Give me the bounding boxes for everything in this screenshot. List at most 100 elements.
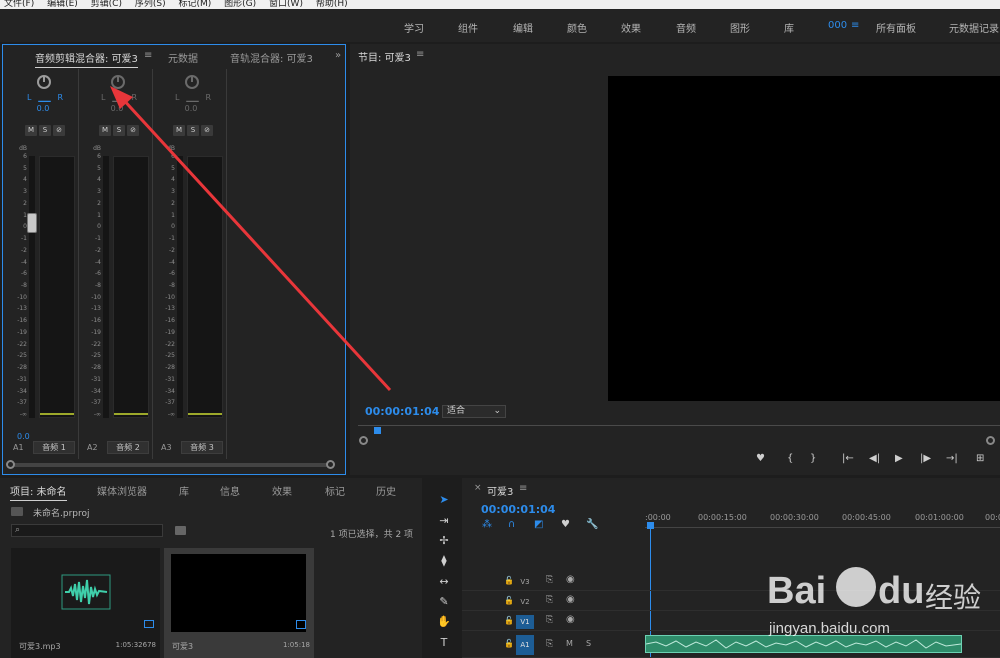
program-zoom-handle-right[interactable] (986, 436, 995, 445)
type-tool-icon[interactable]: T (436, 635, 452, 651)
eye-icon[interactable]: ◉ (566, 594, 575, 605)
sync-icon[interactable]: ⎘ (546, 615, 553, 625)
track-name[interactable]: 音频 2 (107, 441, 149, 454)
tab-program[interactable]: 节目: 可爱3 (358, 49, 411, 64)
eye-icon[interactable]: ◉ (566, 614, 575, 625)
menu-help[interactable]: 帮助(H) (316, 0, 348, 9)
pan-knob-icon[interactable] (111, 75, 125, 89)
pan-value[interactable]: 0.0 (81, 104, 153, 113)
add-marker-icon[interactable]: ◩ (534, 519, 543, 530)
tab-markers[interactable]: 标记 (325, 483, 345, 498)
menu-clip[interactable]: 剪辑(C) (91, 0, 122, 9)
program-time-ruler[interactable] (358, 425, 1000, 433)
slip-tool-icon[interactable]: ↔ (436, 574, 452, 590)
fit-dropdown[interactable]: 适合 ⌄ (442, 405, 506, 418)
panel-menu-icon[interactable]: ≡ (416, 49, 424, 60)
volume-fader[interactable] (27, 213, 37, 233)
track-label[interactable]: V3 (516, 575, 534, 589)
workspace-libraries[interactable]: 库 (784, 20, 794, 35)
selection-tool-icon[interactable]: ➤ (436, 492, 452, 508)
tab-media-browser[interactable]: 媒体浏览器 (97, 483, 147, 498)
workspace-menu-icon[interactable]: ≡ (851, 20, 859, 31)
panel-menu-icon[interactable]: ≡ (519, 483, 527, 494)
ripple-edit-tool-icon[interactable]: ✢ (436, 533, 452, 549)
program-video-screen[interactable] (608, 76, 1000, 401)
tab-effects[interactable]: 效果 (272, 483, 292, 498)
menu-sequence[interactable]: 序列(S) (135, 0, 166, 9)
solo-button[interactable]: S (586, 639, 591, 648)
tab-metadata[interactable]: 元数据 (168, 50, 198, 65)
marker-icon[interactable]: ♥ (561, 519, 570, 530)
keyframe-button[interactable]: ⊘ (201, 125, 213, 136)
solo-button[interactable]: S (113, 125, 125, 136)
workspace-color[interactable]: 颜色 (567, 20, 587, 35)
lock-icon[interactable]: 🔓 (504, 616, 514, 625)
tab-audio-clip-mixer[interactable]: 音频剪辑混合器: 可爱3 (35, 50, 138, 68)
workspace-learn[interactable]: 学习 (404, 20, 424, 35)
new-bin-icon[interactable] (175, 526, 186, 535)
workspace-all-panels[interactable]: 所有面板 (876, 20, 916, 35)
lock-icon[interactable]: 🔓 (504, 639, 514, 648)
track-label[interactable]: V2 (516, 595, 534, 609)
tab-project[interactable]: 项目: 未命名 (10, 483, 67, 501)
workspace-editing[interactable]: 编辑 (513, 20, 533, 35)
pan-knob-icon[interactable] (185, 75, 199, 89)
pan-knob-icon[interactable] (37, 75, 51, 89)
mute-button[interactable]: M (99, 125, 111, 136)
snap-icon[interactable]: ⁂ (482, 519, 492, 530)
timeline-ruler[interactable]: :00:00 00:00:15:00 00:00:30:00 00:00:45:… (645, 506, 1000, 528)
sync-icon[interactable]: ⎘ (546, 639, 553, 649)
track-label[interactable]: V1 (516, 615, 534, 629)
tab-sequence[interactable]: 可爱3 (487, 483, 513, 498)
workspace-audio[interactable]: 音频 (676, 20, 696, 35)
workspace-graphics[interactable]: 图形 (730, 20, 750, 35)
razor-tool-icon[interactable]: ⧫ (436, 553, 452, 569)
search-input[interactable]: ⌕ (11, 524, 163, 537)
menu-marker[interactable]: 标记(M) (178, 0, 211, 9)
mark-in-icon[interactable]: { (787, 453, 793, 464)
wrench-icon[interactable]: 🔧 (586, 519, 598, 530)
scroll-left-handle[interactable] (6, 460, 15, 469)
pan-value[interactable]: 0.0 (7, 104, 79, 113)
workspace-effects[interactable]: 效果 (621, 20, 641, 35)
menu-edit[interactable]: 编辑(E) (47, 0, 78, 9)
add-marker-icon[interactable]: ♥ (756, 453, 765, 464)
go-to-in-icon[interactable]: |← (842, 453, 854, 464)
keyframe-button[interactable]: ⊘ (53, 125, 65, 136)
go-to-out-icon[interactable]: →| (946, 453, 958, 464)
workspace-assembly[interactable]: 组件 (458, 20, 478, 35)
pen-tool-icon[interactable]: ✎ (436, 594, 452, 610)
lock-icon[interactable]: 🔓 (504, 576, 514, 585)
track-select-tool-icon[interactable]: ⇥ (436, 513, 452, 529)
scroll-right-handle[interactable] (326, 460, 335, 469)
program-timecode[interactable]: 00:00:01:04 (365, 405, 439, 418)
track-label[interactable]: A1 (516, 635, 534, 655)
double-chevron-right-icon[interactable]: » (335, 50, 341, 61)
lock-icon[interactable]: 🔓 (504, 596, 514, 605)
close-tab-icon[interactable]: × (474, 483, 482, 493)
panel-menu-icon[interactable]: ≡ (144, 50, 152, 61)
keyframe-button[interactable]: ⊘ (127, 125, 139, 136)
mute-button[interactable]: M (566, 639, 573, 648)
menu-window[interactable]: 窗口(W) (269, 0, 303, 9)
hand-tool-icon[interactable]: ✋ (436, 614, 452, 630)
play-icon[interactable]: ▶ (895, 453, 903, 464)
program-playhead[interactable] (374, 427, 381, 434)
sync-icon[interactable]: ⎘ (546, 595, 553, 605)
mark-out-icon[interactable]: } (810, 453, 816, 464)
solo-button[interactable]: S (187, 125, 199, 136)
workspace-metadata[interactable]: 元数据记录 (949, 20, 999, 35)
tab-libraries[interactable]: 库 (179, 483, 189, 498)
mute-button[interactable]: M (173, 125, 185, 136)
menu-file[interactable]: 文件(F) (4, 0, 34, 9)
tab-info[interactable]: 信息 (220, 483, 240, 498)
pan-value[interactable]: 0.0 (155, 104, 227, 113)
lift-icon[interactable]: ⊞ (976, 453, 984, 464)
tab-history[interactable]: 历史 (376, 483, 396, 498)
mute-button[interactable]: M (25, 125, 37, 136)
workspace-custom[interactable]: 000 (828, 20, 847, 31)
program-zoom-handle[interactable] (359, 436, 368, 445)
fader-value[interactable]: 0.0 (17, 432, 30, 441)
sync-icon[interactable]: ⎘ (546, 575, 553, 585)
project-item-audio[interactable]: 可爱3.mp3 1:05:32678 (11, 548, 160, 658)
